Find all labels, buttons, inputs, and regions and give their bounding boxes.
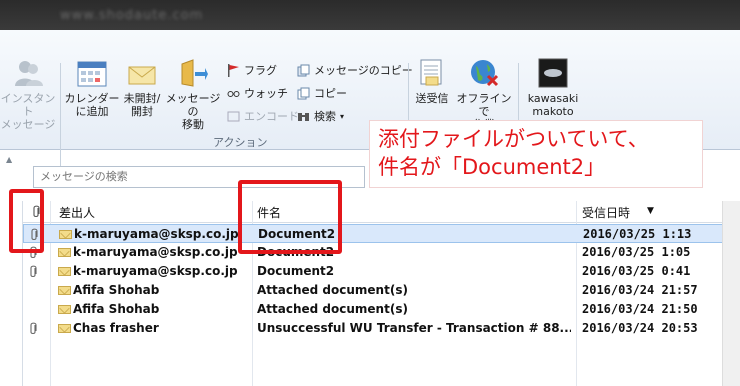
glasses-icon xyxy=(227,87,240,100)
paperclip-icon xyxy=(30,265,37,278)
window-titlebar: www.shodaute.com xyxy=(0,0,740,30)
envelope-icon xyxy=(58,286,71,295)
add-to-calendar-button[interactable]: カレンダー に追加 xyxy=(64,58,120,118)
window-title: www.shodaute.com xyxy=(60,8,204,23)
email-sender: Chas frasher xyxy=(73,321,159,335)
account-button[interactable]: kawasaki makoto xyxy=(522,58,584,118)
copy-label: コピー xyxy=(314,87,347,100)
annotation-line-2: 件名が「Document2」 xyxy=(378,155,606,179)
paperclip-icon xyxy=(30,322,37,335)
encode-button: エンコード xyxy=(227,108,299,124)
chevron-down-icon: ▾ xyxy=(340,111,345,121)
annotation-box-subject xyxy=(238,180,342,254)
email-row[interactable]: k-maruyama@sksp.co.jp Document2 2016/03/25… xyxy=(23,224,723,243)
copy-icon xyxy=(297,87,310,100)
calendar-icon xyxy=(76,58,108,88)
sort-descending-icon[interactable]: ▼ xyxy=(647,206,654,216)
send-receive-button[interactable]: 送受信 xyxy=(411,58,453,105)
copy-message-button[interactable]: メッセージのコピー xyxy=(297,62,413,78)
account-label: kawasaki makoto xyxy=(527,92,579,118)
mark-unread-button[interactable]: 未開封/ 開封 xyxy=(118,58,166,118)
add-to-calendar-label: カレンダー に追加 xyxy=(64,92,120,118)
copy-to-folder-icon xyxy=(297,64,310,77)
envelope-icon xyxy=(59,230,72,239)
move-message-button[interactable]: メッセージの 移動 xyxy=(164,58,222,131)
email-received-date: 2016/03/25 1:05 xyxy=(582,245,691,259)
annotation-line-1: 添付ファイルがついていて、 xyxy=(378,127,649,151)
instant-message-label: インスタント メッセージ xyxy=(0,92,56,131)
email-received-date: 2016/03/25 0:41 xyxy=(582,264,691,278)
envelope-icon xyxy=(126,58,158,88)
email-received-date: 2016/03/24 21:57 xyxy=(582,283,698,297)
encode-icon xyxy=(227,110,240,123)
watch-button[interactable]: ウォッチ xyxy=(227,85,288,101)
vertical-scrollbar[interactable] xyxy=(722,201,740,386)
find-button[interactable]: 検索 ▾ xyxy=(297,108,344,124)
email-received-date: 2016/03/24 20:53 xyxy=(582,321,698,335)
copy-button[interactable]: コピー xyxy=(297,85,347,101)
encode-label: エンコード xyxy=(244,110,299,123)
received-column-header[interactable]: 受信日時 xyxy=(582,204,630,221)
email-sender: k-maruyama@sksp.co.jp xyxy=(73,245,238,259)
collapse-arrow-icon[interactable]: ▲ xyxy=(6,155,12,164)
globe-offline-icon xyxy=(468,58,500,88)
copy-message-label: メッセージのコピー xyxy=(314,64,413,77)
email-row[interactable]: Chas frasher Unsuccessful WU Transfer - T… xyxy=(23,319,723,338)
email-row[interactable]: k-maruyama@sksp.co.jp Document2 2016/03/25… xyxy=(23,262,723,281)
email-subject: Unsuccessful WU Transfer - Transaction #… xyxy=(257,321,571,335)
flag-label: フラグ xyxy=(244,64,277,77)
email-row[interactable]: Afifa Shohab Attached document(s) 2016/03/… xyxy=(23,300,723,319)
email-row[interactable]: Afifa Shohab Attached document(s) 2016/03/… xyxy=(23,281,723,300)
envelope-icon xyxy=(58,324,71,333)
mark-unread-label: 未開封/ 開封 xyxy=(123,92,161,118)
email-sender: k-maruyama@sksp.co.jp xyxy=(74,227,239,241)
send-receive-label: 送受信 xyxy=(415,92,449,105)
email-subject: Document2 xyxy=(257,264,335,278)
email-received-date: 2016/03/25 1:13 xyxy=(583,227,692,241)
message-list: 差出人 件名 受信日時 ▼ k-maruyama@sksp.co.jp Docum… xyxy=(22,201,723,386)
from-column-header[interactable]: 差出人 xyxy=(59,204,95,221)
watch-label: ウォッチ xyxy=(244,87,288,100)
folder-move-icon xyxy=(177,58,209,88)
contacts-icon xyxy=(12,58,44,88)
move-message-label: メッセージの 移動 xyxy=(165,92,221,131)
instant-message-button[interactable]: インスタント メッセージ xyxy=(0,58,56,131)
email-row[interactable]: k-maruyama@sksp.co.jp Document2 2016/03/25… xyxy=(23,243,723,262)
flag-icon xyxy=(227,63,240,77)
flag-button[interactable]: フラグ xyxy=(227,62,277,78)
email-subject: Attached document(s) xyxy=(257,302,408,316)
email-subject: Attached document(s) xyxy=(257,283,408,297)
actions-group-label: アクション xyxy=(213,136,268,149)
user-avatar-icon xyxy=(537,58,569,88)
envelope-icon xyxy=(58,305,71,314)
email-sender: Afifa Shohab xyxy=(73,302,160,316)
email-sender: k-maruyama@sksp.co.jp xyxy=(73,264,238,278)
binoculars-icon xyxy=(297,110,310,123)
ribbon-separator xyxy=(60,63,61,175)
annotation-box-attachment xyxy=(9,189,44,253)
email-received-date: 2016/03/24 21:50 xyxy=(582,302,698,316)
envelope-icon xyxy=(58,267,71,276)
find-label: 検索 xyxy=(314,110,336,123)
envelope-icon xyxy=(58,248,71,257)
message-list-header: 差出人 件名 受信日時 ▼ xyxy=(23,201,723,223)
send-receive-icon xyxy=(416,58,448,88)
annotation-callout: 添付ファイルがついていて、 件名が「Document2」 xyxy=(370,121,702,187)
email-sender: Afifa Shohab xyxy=(73,283,160,297)
